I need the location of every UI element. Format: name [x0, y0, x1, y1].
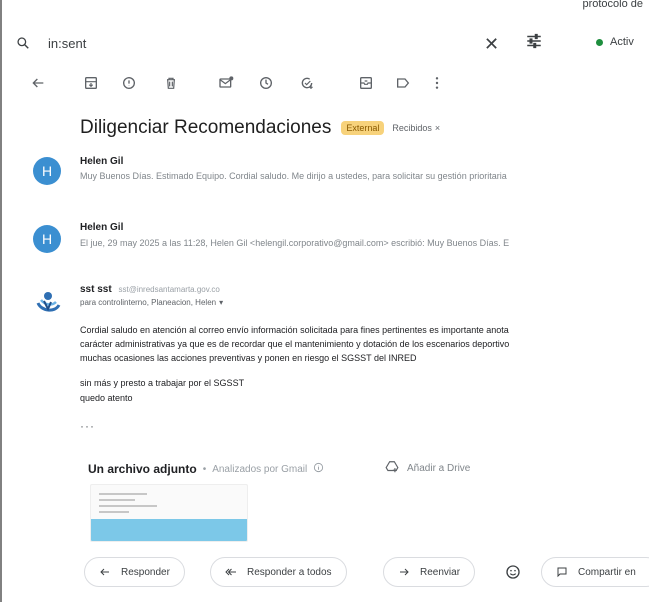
avatar[interactable]: H [33, 157, 61, 185]
message-sender[interactable]: Helen Gil [80, 156, 123, 167]
drive-add-icon [385, 460, 399, 477]
recipients-dropdown-icon[interactable]: ▾ [219, 298, 223, 307]
report-spam-icon[interactable] [120, 74, 138, 92]
recipients-text: para controlinterno, Planeacion, Helen [80, 298, 217, 307]
thumb-line [99, 499, 135, 501]
forward-label: Reenviar [420, 566, 461, 578]
thread-subject: Diligenciar Recomendaciones External Rec… [80, 117, 440, 139]
body-line: Cordial saludo en atención al correo env… [80, 325, 509, 335]
top-right-text: protocolo de [582, 0, 643, 10]
emoji-reaction-icon[interactable] [503, 562, 523, 582]
inbox-label-text: Recibidos [392, 123, 432, 133]
sender-name[interactable]: sst sst [80, 284, 112, 295]
search-options-icon[interactable] [525, 32, 543, 55]
body-line: sin más y presto a trabajar por el SGSST [80, 378, 245, 388]
avatar[interactable]: H [33, 225, 61, 253]
more-options-icon[interactable] [428, 74, 446, 92]
archive-icon[interactable] [82, 74, 100, 92]
status-label: Activ [610, 36, 634, 48]
chat-share-icon [557, 567, 567, 578]
search-bar[interactable]: in:sent ✕ Activ [14, 28, 649, 58]
message-toolbar [0, 74, 649, 98]
info-icon[interactable] [313, 460, 324, 478]
attachment-header: Un archivo adjunto • Analizados por Gmai… [88, 460, 324, 478]
back-arrow-icon[interactable] [29, 74, 47, 92]
inbox-label-chip[interactable]: Recibidos × [392, 123, 440, 133]
add-to-tasks-icon[interactable] [298, 74, 316, 92]
thumb-line [99, 493, 147, 495]
message-snippet[interactable]: El jue, 29 may 2025 a las 11:28, Helen G… [80, 238, 649, 248]
search-icon[interactable] [14, 34, 32, 52]
body-line: muchas ocasiones las acciones preventiva… [80, 353, 417, 363]
reply-icon [100, 568, 109, 576]
reply-button[interactable]: Responder [84, 557, 185, 587]
message-snippet[interactable]: Muy Buenos Días. Estimado Equipo. Cordia… [80, 171, 649, 181]
label-icon[interactable] [394, 74, 412, 92]
move-to-icon[interactable] [357, 74, 375, 92]
delete-icon[interactable] [162, 74, 180, 92]
add-to-drive-button[interactable]: Añadir a Drive [385, 460, 470, 477]
sender-email: sst@inredsantamarta.gov.co [118, 285, 220, 294]
remove-label-icon[interactable]: × [435, 123, 440, 133]
share-label: Compartir en [578, 566, 636, 578]
add-to-drive-label: Añadir a Drive [407, 463, 471, 474]
search-input[interactable]: in:sent [48, 36, 86, 51]
reply-all-button[interactable]: Responder a todos [210, 557, 347, 587]
subject-title: Diligenciar Recomendaciones [80, 117, 332, 138]
open-message-sender: sst sst sst@inredsantamarta.gov.co [80, 284, 220, 295]
clear-search-icon[interactable]: ✕ [484, 34, 499, 55]
attachment-thumbnail[interactable] [90, 484, 248, 542]
sender-logo-avatar[interactable] [33, 287, 63, 317]
status-indicator[interactable]: Activ [596, 36, 634, 48]
status-dot [596, 38, 603, 46]
mark-unread-icon[interactable] [217, 74, 235, 92]
attachment-scan-status: Analizados por Gmail [212, 463, 308, 475]
recipients-line[interactable]: para controlinterno, Planeacion, Helen ▾ [80, 298, 223, 307]
snooze-icon[interactable] [257, 74, 275, 92]
external-badge: External [341, 121, 385, 135]
show-trimmed-content-button[interactable]: ··· [80, 419, 95, 433]
reply-label: Responder [121, 566, 170, 578]
attachment-title: Un archivo adjunto [88, 462, 197, 476]
attachment-separator: • [202, 463, 207, 475]
thumb-highlight-band [91, 519, 247, 541]
forward-icon [400, 568, 409, 576]
reply-all-label: Responder a todos [247, 566, 332, 578]
body-line: quedo atento [80, 393, 133, 403]
message-sender[interactable]: Helen Gil [80, 222, 123, 233]
body-line: carácter administrativas ya que es de re… [80, 339, 510, 349]
share-button[interactable]: Compartir en [541, 557, 649, 587]
forward-button[interactable]: Reenviar [383, 557, 476, 587]
thumb-line [99, 511, 129, 513]
reply-all-icon [225, 568, 236, 576]
thumb-line [99, 505, 157, 507]
